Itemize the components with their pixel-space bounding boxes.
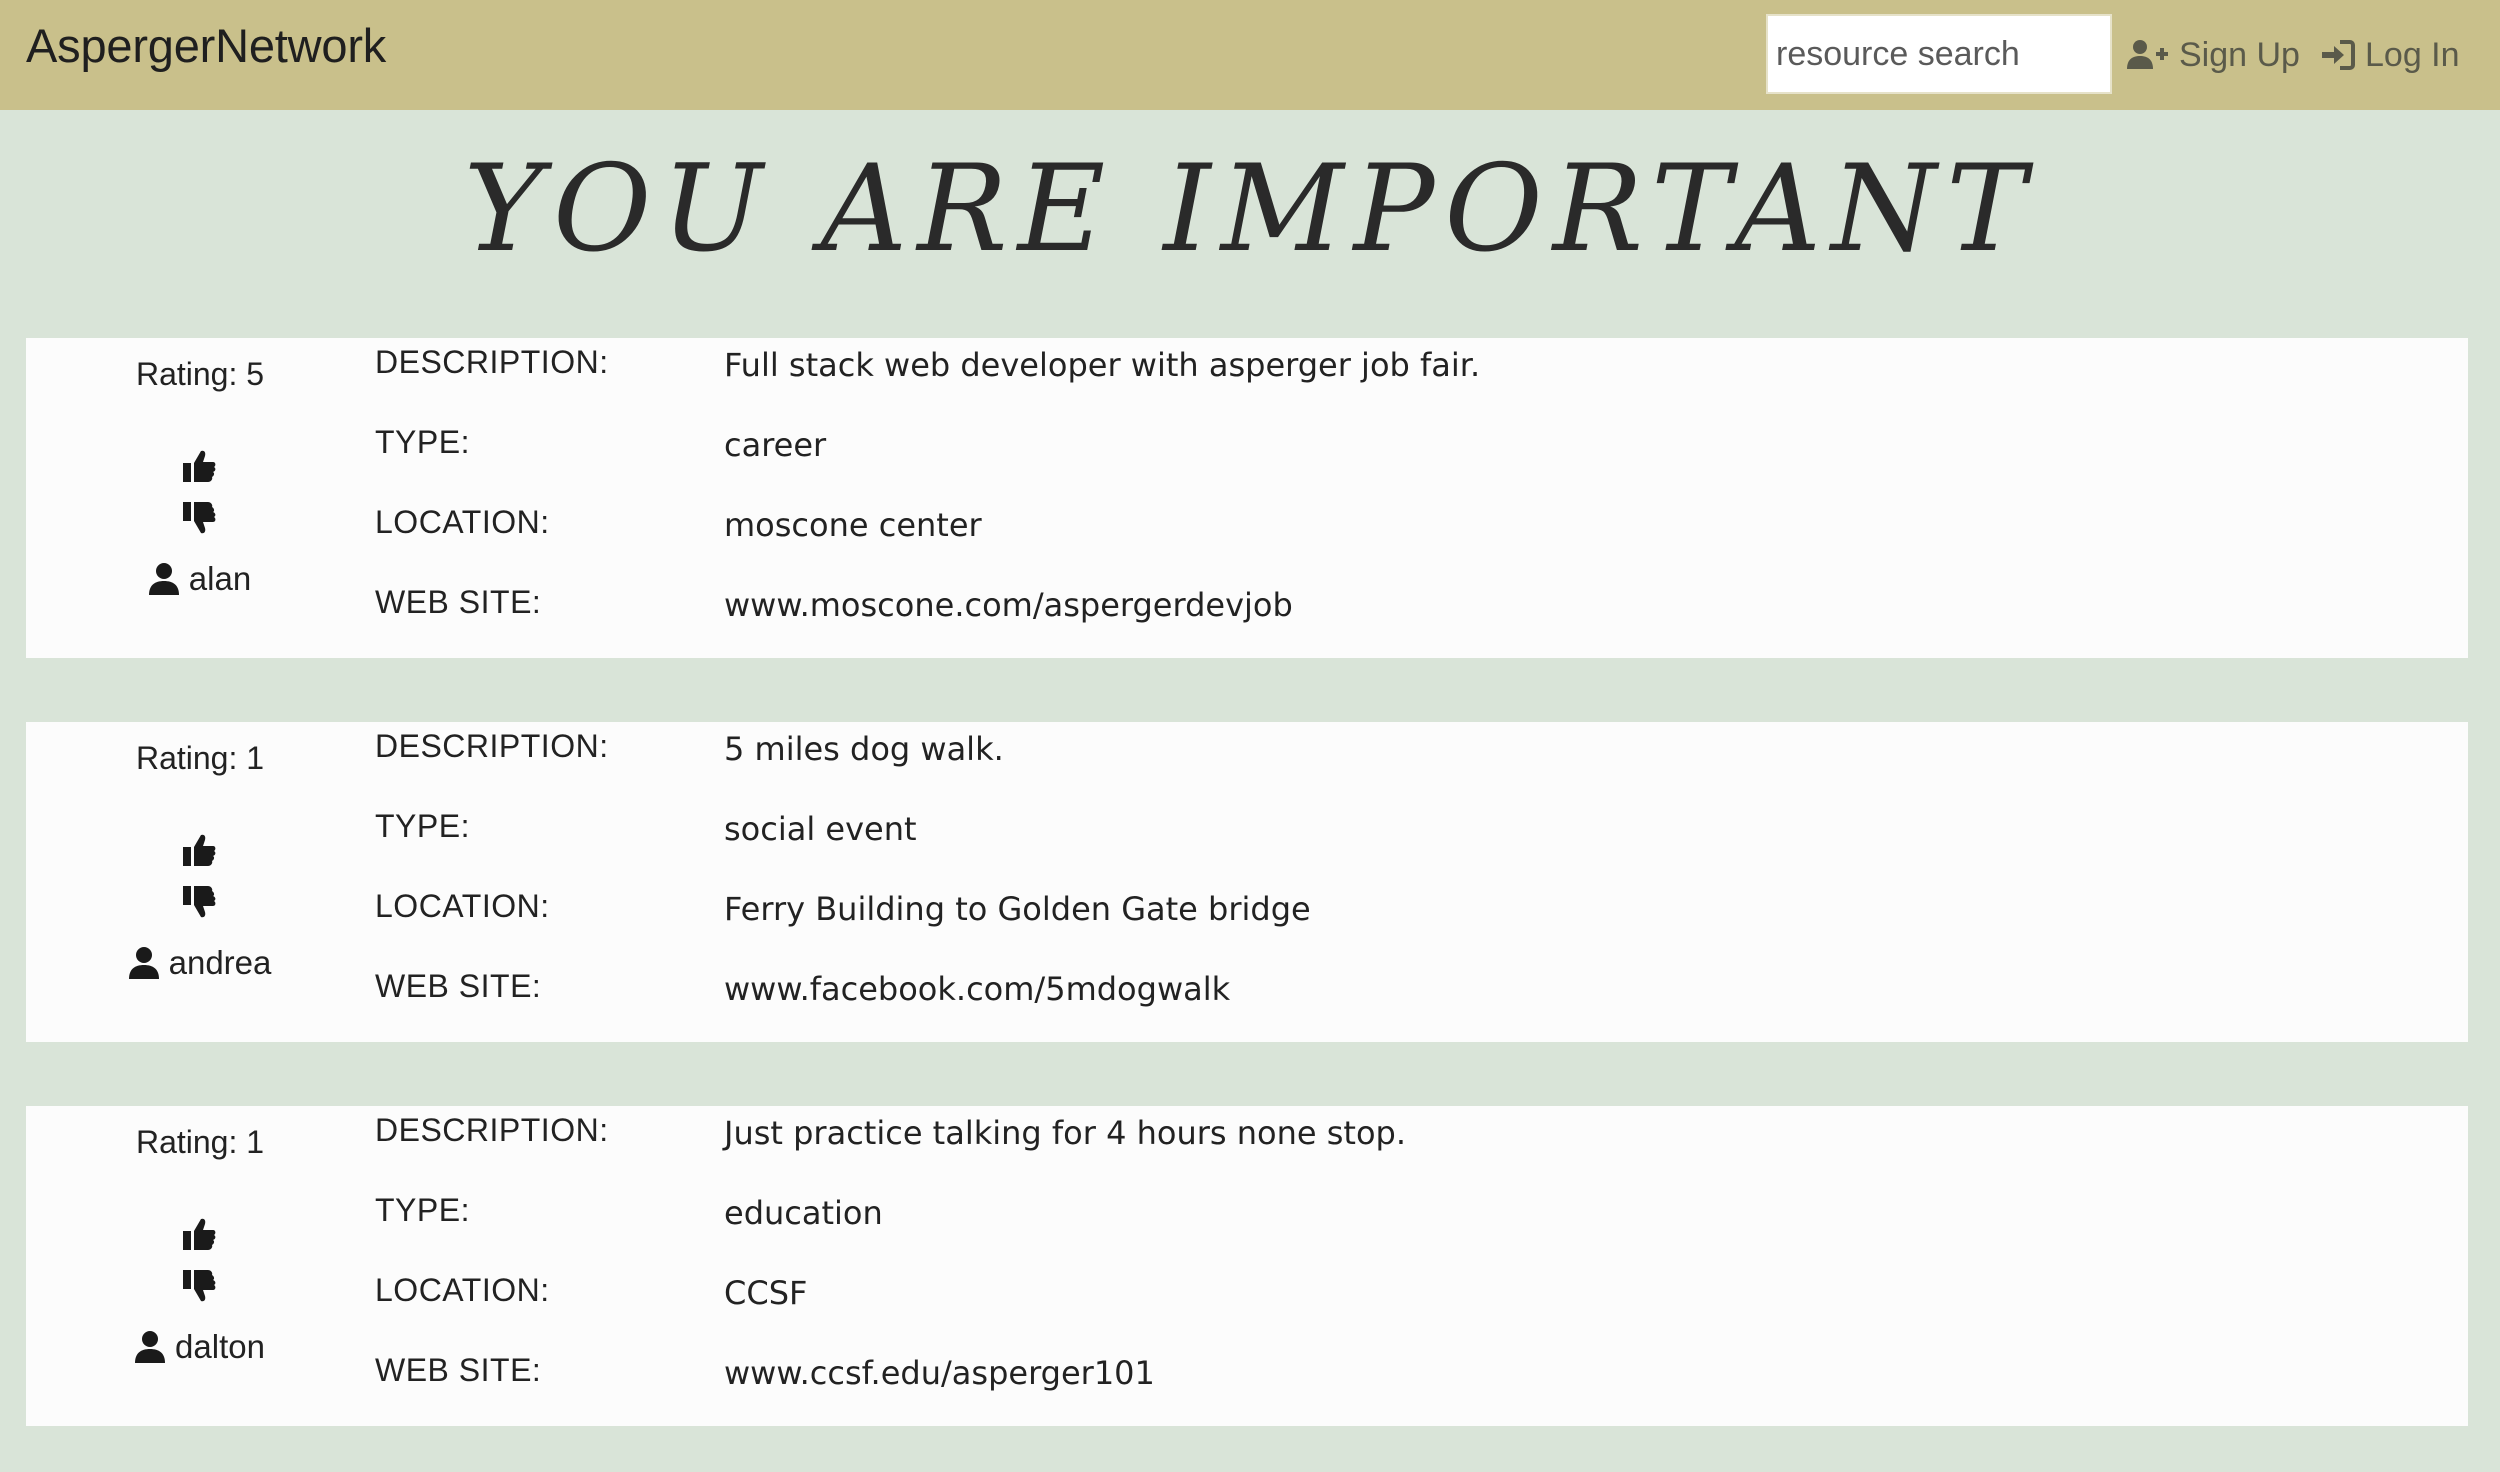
author[interactable]: andrea [26, 944, 374, 982]
website-label: WEB SITE: [375, 968, 542, 1004]
thumbs-up-icon[interactable] [181, 1216, 217, 1252]
location-row: LOCATION: moscone center [375, 504, 2375, 564]
description-row: DESCRIPTION: Full stack web developer wi… [375, 344, 2375, 404]
hero-title: YOU ARE IMPORTANT [463, 140, 2037, 279]
website-link[interactable]: www.ccsf.edu/asperger101 [724, 1354, 1155, 1392]
website-row: WEB SITE: www.facebook.com/5mdogwalk [375, 968, 2375, 1028]
user-icon [148, 563, 179, 595]
description-row: DESCRIPTION: Just practice talking for 4… [375, 1112, 2375, 1172]
location-value: moscone center [724, 506, 982, 544]
description-value: Just practice talking for 4 hours none s… [724, 1114, 1407, 1152]
resource-card: Rating: 5 alan DESCRIPTION: Full stack w… [26, 338, 2468, 658]
user-icon [135, 1331, 166, 1363]
type-label: TYPE: [375, 424, 470, 460]
thumbs-down-icon[interactable] [181, 500, 217, 536]
type-value: social event [724, 810, 917, 848]
navbar: AspergerNetwork Sign Up Log In [0, 0, 2500, 110]
description-label: DESCRIPTION: [375, 728, 609, 764]
location-value: Ferry Building to Golden Gate bridge [724, 890, 1311, 928]
type-value: career [724, 426, 827, 464]
type-value: education [724, 1194, 883, 1232]
description-row: DESCRIPTION: 5 miles dog walk. [375, 728, 2375, 788]
thumbs-up-icon[interactable] [181, 448, 217, 484]
log-in-link[interactable]: Log In [2321, 30, 2460, 80]
type-row: TYPE: social event [375, 808, 2375, 868]
website-link[interactable]: www.moscone.com/aspergerdevjob [724, 586, 1293, 624]
user-icon [128, 947, 159, 979]
thumbs-up-icon[interactable] [181, 832, 217, 868]
type-label: TYPE: [375, 808, 470, 844]
type-row: TYPE: career [375, 424, 2375, 484]
author-name: andrea [168, 944, 272, 981]
rating-panel: Rating: 1 andrea [26, 722, 374, 1042]
author-name: dalton [175, 1328, 265, 1365]
location-value: CCSF [724, 1274, 808, 1312]
sign-up-label: Sign Up [2179, 35, 2300, 74]
brand-logo[interactable]: AspergerNetwork [26, 18, 386, 73]
user-plus-icon [2127, 40, 2168, 69]
rating-label: Rating: 1 [135, 1124, 265, 1160]
website-row: WEB SITE: www.moscone.com/aspergerdevjob [375, 584, 2375, 644]
author[interactable]: alan [26, 560, 374, 598]
resource-card: Rating: 1 dalton DESCRIPTION: Just pract… [26, 1106, 2468, 1426]
location-label: LOCATION: [375, 1272, 550, 1308]
location-row: LOCATION: CCSF [375, 1272, 2375, 1332]
website-link[interactable]: www.facebook.com/5mdogwalk [724, 970, 1230, 1008]
thumbs-down-icon[interactable] [181, 884, 217, 920]
thumbs-down-icon[interactable] [181, 1268, 217, 1304]
location-row: LOCATION: Ferry Building to Golden Gate … [375, 888, 2375, 948]
location-label: LOCATION: [375, 504, 550, 540]
type-label: TYPE: [375, 1192, 470, 1228]
log-in-label: Log In [2365, 35, 2460, 74]
website-row: WEB SITE: www.ccsf.edu/asperger101 [375, 1352, 2375, 1412]
website-label: WEB SITE: [375, 1352, 542, 1388]
website-label: WEB SITE: [375, 584, 542, 620]
type-row: TYPE: education [375, 1192, 2375, 1252]
description-label: DESCRIPTION: [375, 1112, 609, 1148]
resource-search-input[interactable] [1766, 14, 2112, 94]
author-name: alan [188, 560, 252, 597]
rating-panel: Rating: 1 dalton [26, 1106, 374, 1426]
resource-card: Rating: 1 andrea DESCRIPTION: 5 miles do… [26, 722, 2468, 1042]
description-label: DESCRIPTION: [375, 344, 609, 380]
sign-in-icon [2322, 40, 2355, 70]
description-value: 5 miles dog walk. [724, 730, 1004, 768]
rating-panel: Rating: 5 alan [26, 338, 374, 658]
location-label: LOCATION: [375, 888, 550, 924]
author[interactable]: dalton [26, 1328, 374, 1366]
sign-up-link[interactable]: Sign Up [2127, 30, 2300, 80]
rating-label: Rating: 5 [135, 356, 265, 392]
rating-label: Rating: 1 [135, 740, 265, 776]
description-value: Full stack web developer with asperger j… [724, 346, 1481, 384]
